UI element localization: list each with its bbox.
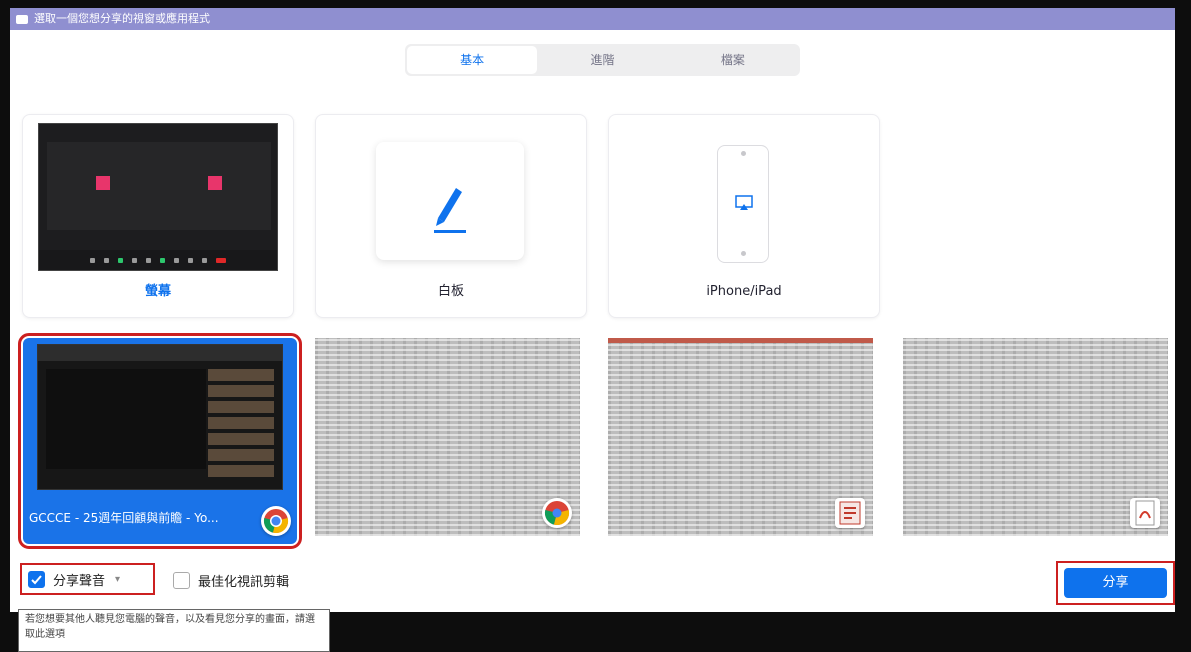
meeting-toolbar (39, 250, 277, 270)
window-thumbnail (903, 338, 1168, 536)
window-thumbnail (315, 338, 580, 536)
avatar (96, 176, 110, 190)
whiteboard-preview (376, 142, 524, 260)
tab-basic[interactable]: 基本 (407, 46, 538, 74)
optimize-video-label: 最佳化視訊剪輯 (198, 575, 290, 590)
whiteboard-label: 白板 (437, 284, 464, 299)
share-audio-label: 分享聲音 (53, 573, 106, 589)
whiteboard-card[interactable]: 白板 (315, 114, 587, 318)
window-title: 選取一個您想分享的視窗或應用程式 (34, 12, 210, 25)
pen-icon (434, 188, 466, 233)
document-icon (835, 498, 865, 528)
iphone-label: iPhone/iPad (706, 284, 782, 299)
window-icon (16, 14, 28, 24)
optimize-video-option[interactable]: 最佳化視訊剪輯 (173, 571, 289, 590)
window-thumbnail (37, 344, 283, 490)
title-bar: 選取一個您想分享的視窗或應用程式 (10, 8, 1175, 30)
video-tile-left (47, 142, 159, 230)
share-audio-tooltip: 若您想要其他人聽見您電腦的聲音，以及看見您分享的畫面，請選取此選項 (18, 609, 330, 652)
window-card[interactable] (608, 338, 873, 536)
screen-card[interactable]: 螢幕 (22, 114, 294, 318)
screen-thumbnail (38, 123, 278, 271)
share-button[interactable]: 分享 (1064, 568, 1167, 598)
screen-label: 螢幕 (144, 284, 171, 299)
window-card-selected[interactable]: GCCCE - 25週年回顧與前瞻 - Yo... (18, 333, 302, 549)
share-audio-option[interactable]: 分享聲音 ▾ (20, 563, 155, 595)
phone-outline (717, 145, 769, 263)
tab-advanced[interactable]: 進階 (537, 46, 667, 74)
window-thumbnail (608, 338, 873, 536)
chrome-icon (542, 498, 572, 528)
airplay-icon (735, 195, 753, 210)
optimize-video-checkbox[interactable] (173, 572, 190, 589)
chevron-down-icon[interactable]: ▾ (115, 574, 120, 585)
tab-files[interactable]: 檔案 (668, 46, 798, 74)
checkmark-icon (31, 574, 42, 584)
window-card[interactable] (315, 338, 580, 536)
share-dialog: 基本 進階 檔案 螢幕 白板 iPhone/iPad GCCCE - 25週年回… (10, 30, 1175, 612)
video-tile-right (159, 142, 271, 230)
tab-bar: 基本 進階 檔案 (405, 44, 800, 76)
pdf-icon (1130, 498, 1160, 528)
avatar (208, 176, 222, 190)
iphone-ipad-card[interactable]: iPhone/iPad (608, 114, 880, 318)
share-audio-checkbox[interactable] (28, 570, 45, 588)
app-frame: 選取一個您想分享的視窗或應用程式 基本 進階 檔案 螢幕 白板 iPhone/i… (0, 0, 1191, 652)
window-card[interactable] (903, 338, 1168, 536)
chrome-icon (261, 506, 291, 536)
window-title-label: GCCCE - 25週年回顧與前瞻 - Yo... (29, 511, 219, 525)
share-button-frame: 分享 (1056, 561, 1175, 605)
